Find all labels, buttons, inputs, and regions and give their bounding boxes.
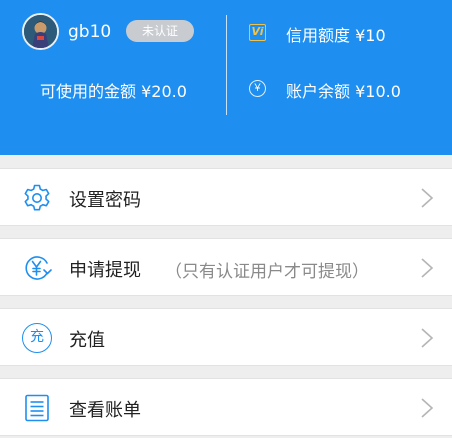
withdraw-yen-icon bbox=[25, 256, 52, 280]
menu-item-label: 充值 bbox=[69, 330, 105, 351]
credit-vip-icon: Vi bbox=[249, 24, 266, 41]
menu-item-withdraw[interactable]: 申请提现 （只有认证用户才可提现） bbox=[0, 238, 452, 296]
verification-status-badge[interactable]: 未认证 bbox=[126, 20, 194, 42]
username: gb10 bbox=[68, 22, 112, 42]
menu-item-label: 设置密码 bbox=[69, 190, 141, 211]
yen-circle-icon: ￥ bbox=[249, 80, 266, 97]
chevron-right-icon bbox=[421, 188, 434, 208]
available-amount: 可使用的金额 ¥20.0 bbox=[40, 82, 187, 101]
menu-item-set-password[interactable]: 设置密码 bbox=[0, 168, 452, 226]
chevron-right-icon bbox=[421, 258, 434, 278]
bill-icon bbox=[25, 394, 49, 422]
gear-icon bbox=[24, 184, 50, 211]
avatar-image bbox=[24, 15, 57, 48]
menu-item-recharge[interactable]: 充 充值 bbox=[0, 308, 452, 366]
menu-item-view-bills[interactable]: 查看账单 bbox=[0, 378, 452, 436]
menu-item-label: 申请提现 bbox=[69, 260, 141, 281]
account-balance: 账户余额 ¥10.0 bbox=[286, 82, 401, 101]
account-header: gb10 未认证 可使用的金额 ¥20.0 Vi 信用额度 ¥10 ￥ 账户余额… bbox=[0, 0, 452, 155]
credit-limit: 信用额度 ¥10 bbox=[286, 26, 386, 45]
chevron-right-icon bbox=[421, 328, 434, 348]
avatar[interactable] bbox=[22, 13, 59, 50]
menu-item-label: 查看账单 bbox=[69, 400, 141, 421]
header-divider bbox=[226, 15, 227, 115]
recharge-icon: 充 bbox=[22, 323, 52, 353]
withdraw-requirement-note: （只有认证用户才可提现） bbox=[165, 262, 369, 282]
chevron-right-icon bbox=[421, 398, 434, 418]
